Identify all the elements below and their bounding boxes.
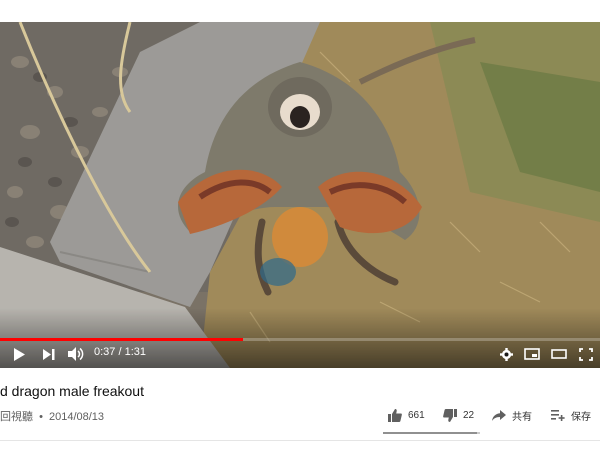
thumbs-down-icon	[443, 408, 457, 422]
dislike-count: 22	[463, 409, 475, 421]
duration: 1:31	[124, 346, 147, 358]
view-count: 回視聽	[0, 411, 33, 423]
like-ratio-fill	[383, 432, 477, 434]
volume-button[interactable]	[66, 346, 86, 362]
save-button[interactable]: 保存	[551, 403, 591, 427]
fullscreen-button[interactable]	[576, 346, 596, 362]
theater-mode-button[interactable]	[549, 346, 569, 362]
save-label: 保存	[571, 411, 591, 423]
share-button[interactable]: 共有	[492, 403, 532, 427]
dislike-button[interactable]: 22	[443, 403, 474, 427]
volume-icon	[68, 347, 84, 361]
video-player[interactable]: 0:37 / 1:31	[0, 22, 600, 368]
playlist-add-icon	[551, 410, 565, 421]
share-icon	[492, 409, 506, 421]
upload-date: 2014/08/13	[48, 411, 105, 423]
video-title: d dragon male freakout	[0, 383, 144, 399]
miniplayer-button[interactable]	[522, 346, 542, 362]
progress-played	[0, 338, 243, 341]
next-button[interactable]	[40, 346, 58, 362]
play-button[interactable]	[10, 346, 28, 362]
time-display: 0:37 / 1:31	[94, 346, 146, 358]
next-icon	[43, 348, 55, 360]
gear-icon	[499, 347, 513, 361]
time-separator: /	[115, 346, 125, 358]
like-dislike-bar	[383, 432, 480, 434]
miniplayer-icon	[524, 348, 540, 360]
thumbs-up-icon	[388, 408, 402, 422]
settings-button[interactable]	[497, 346, 515, 362]
video-meta: 回視聽 • 2014/08/13	[0, 408, 107, 424]
meta-separator: •	[39, 411, 43, 423]
fullscreen-icon	[579, 347, 593, 361]
progress-bar[interactable]	[0, 338, 600, 341]
section-divider	[0, 440, 600, 441]
like-count: 661	[408, 409, 425, 421]
current-time: 0:37	[94, 346, 116, 358]
play-icon	[14, 347, 25, 361]
like-button[interactable]: 661	[388, 403, 425, 427]
share-label: 共有	[512, 411, 532, 423]
top-strip	[0, 0, 600, 22]
theater-icon	[551, 349, 567, 359]
